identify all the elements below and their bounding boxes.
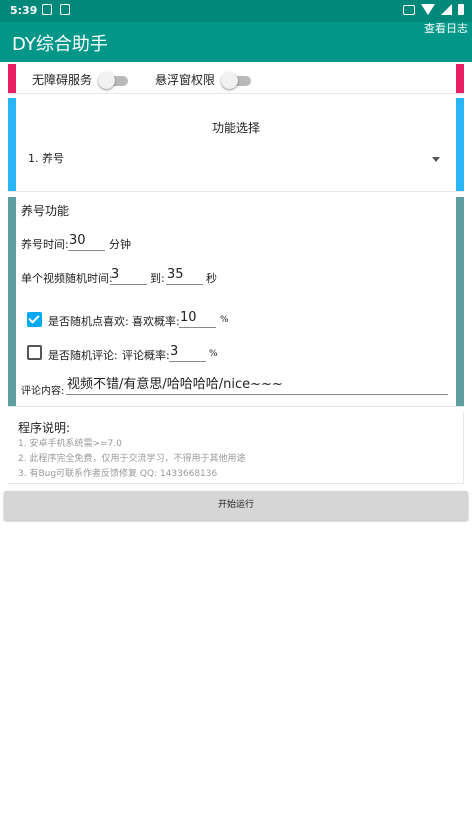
spinner-selected-value: 1. 养号 [28,152,64,165]
wifi-icon [421,4,435,15]
permissions-card: 无障碍服务 悬浮窗权限 [8,64,464,94]
accessibility-switch[interactable] [98,71,129,89]
status-icons [403,4,464,15]
description-line: 1. 安卓手机系统需>=7.0 [18,439,122,449]
function-select-card: 功能选择 1. 养号 [8,98,464,192]
duration-label: 养号时间: [21,238,69,251]
comment-rate-label: 评论概率: [122,349,170,362]
card-accent-bar [8,98,16,191]
description-line: 3. 有Bug可联系作者反馈修复 QQ: 1433668136 [18,469,218,479]
random-comment-checkbox[interactable] [27,345,42,360]
app-bar: DY综合助手 查看日志 [0,22,472,62]
app-notification-icon [60,4,70,15]
random-like-checkbox[interactable] [27,312,42,327]
card-accent-bar [456,98,464,191]
accessibility-row: 无障碍服务 [32,71,129,89]
card-accent-bar [456,64,464,93]
accessibility-label: 无障碍服务 [32,73,93,87]
like-rate-input[interactable]: 10 [179,310,216,328]
comment-rate-input[interactable]: 3 [169,344,206,362]
video-time-to-label: 到: [150,272,165,285]
app-title: DY综合助手 [12,34,108,55]
comment-content-input[interactable]: 视频不错/有意思/哈哈哈哈/nice~~~ [66,377,448,395]
function-spinner[interactable]: 1. 养号 [28,150,444,172]
overlay-row: 悬浮窗权限 [155,71,252,89]
signal-icon [441,4,452,15]
comment-content-label: 评论内容: [21,386,65,397]
start-button[interactable]: 开始运行 [4,491,468,520]
battery-icon [458,4,464,15]
overlay-switch[interactable] [221,71,252,89]
duration-unit: 分钟 [109,238,131,251]
status-time: 5:39 [10,4,38,17]
card-accent-bar [456,197,464,406]
overlay-label: 悬浮窗权限 [155,73,216,87]
description-line: 2. 此程序完全免费，仅用于交流学习，不得用于其他用途 [18,454,246,464]
switch-thumb [98,71,116,89]
switch-thumb [221,71,239,89]
dropdown-arrow-icon [432,157,440,162]
status-bar: 5:39 [0,0,472,22]
card-accent-bar [8,64,16,93]
description-title: 程序说明: [18,421,71,435]
video-time-label: 单个视频随机时间: [21,272,113,285]
card-accent-bar [8,197,16,406]
notification-icon [42,4,52,15]
video-time-min-input[interactable]: 3 [110,267,147,285]
description-card: 程序说明: 1. 安卓手机系统需>=7.0 2. 此程序完全免费，仅用于交流学习… [8,412,464,484]
function-select-title: 功能选择 [211,121,260,135]
random-like-label: 是否随机点喜欢: [48,315,129,328]
view-log-button[interactable]: 查看日志 [424,20,468,36]
nurture-card: 养号功能 养号时间: 30 分钟 单个视频随机时间: 3 到: 35 秒 是否随… [8,197,464,407]
nurture-title: 养号功能 [21,204,70,218]
duration-input[interactable]: 30 [68,233,105,251]
random-comment-label: 是否随机评论: [48,349,118,362]
cast-icon [403,4,415,15]
video-time-max-input[interactable]: 35 [166,267,203,285]
video-time-unit: 秒 [206,272,217,285]
comment-rate-unit: % [209,349,218,359]
like-rate-unit: % [220,315,229,325]
like-rate-label: 喜欢概率: [132,315,180,328]
